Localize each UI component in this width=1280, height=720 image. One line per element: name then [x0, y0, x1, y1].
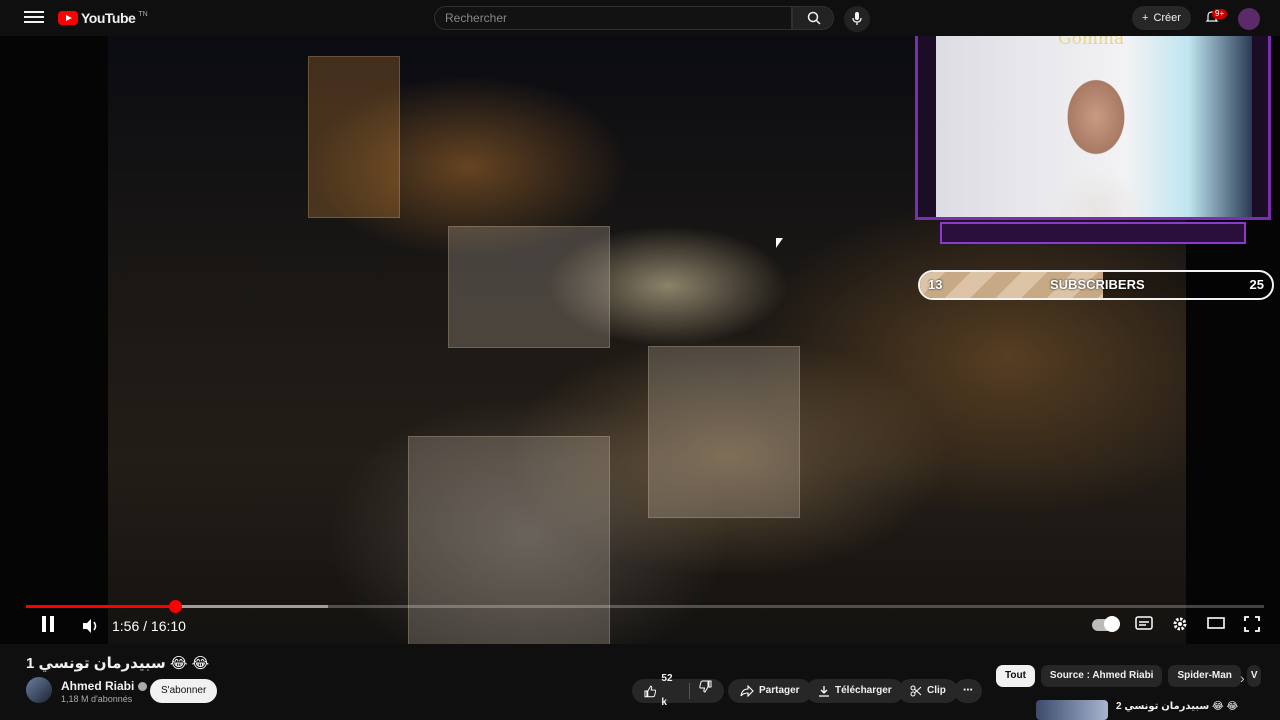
- autoplay-toggle[interactable]: [1092, 616, 1120, 632]
- more-icon: ⋯: [963, 685, 973, 696]
- video-player[interactable]: Gomma 13 SUBSCRIBERS 25 1:56 / 16:10: [0, 36, 1280, 644]
- share-button[interactable]: Partager: [728, 679, 812, 703]
- progress-played: [26, 605, 175, 608]
- related-video-thumbnail[interactable]: [1036, 700, 1108, 720]
- time-separator: /: [143, 618, 148, 634]
- time-total: 16:10: [150, 618, 186, 634]
- more-actions-button[interactable]: ⋯: [954, 679, 982, 703]
- microphone-icon: [852, 12, 862, 25]
- channel-avatar[interactable]: [26, 677, 52, 703]
- logo-text: YouTube: [81, 10, 136, 26]
- video-title: 1 سبيدرمان تونسي 😂 😂: [26, 655, 210, 672]
- subscriber-goal-bar: 13 SUBSCRIBERS 25: [918, 270, 1274, 300]
- share-label: Partager: [759, 685, 800, 696]
- verified-icon: [138, 682, 148, 692]
- thumbs-down-icon: [699, 680, 712, 693]
- like-button[interactable]: 52 k: [644, 667, 680, 715]
- subscriber-goal-current: 13: [928, 277, 943, 292]
- progress-scrubber[interactable]: [168, 600, 182, 613]
- volume-icon: [83, 619, 97, 633]
- chevron-right-icon[interactable]: ›: [1240, 670, 1245, 686]
- search-input[interactable]: Rechercher: [434, 6, 792, 30]
- streamer-name: Gomma: [1058, 36, 1125, 49]
- dislike-button[interactable]: [699, 679, 712, 703]
- download-label: Télécharger: [835, 685, 892, 696]
- download-button[interactable]: Télécharger: [806, 679, 904, 703]
- progress-bar[interactable]: [26, 600, 1264, 613]
- mouse-cursor: [776, 238, 783, 248]
- channel-subscriber-count: 1,18 M d'abonnés: [61, 694, 133, 704]
- logo-country-code: TN: [138, 10, 148, 18]
- channel-name-row[interactable]: Ahmed Riabi: [61, 679, 148, 693]
- notifications-badge: 9+: [1212, 9, 1228, 19]
- clip-button[interactable]: Clip: [898, 679, 958, 703]
- theater-mode-icon[interactable]: [1206, 616, 1226, 634]
- thumbs-up-icon: [644, 685, 657, 697]
- subscriber-goal-label: SUBSCRIBERS: [1050, 277, 1145, 292]
- create-label: Créer: [1153, 12, 1181, 24]
- like-divider: [689, 683, 690, 699]
- top-bar: YouTube TN Rechercher + Créer 9+: [0, 0, 1280, 36]
- scene-building: [448, 226, 610, 348]
- fullscreen-icon[interactable]: [1242, 616, 1262, 634]
- subscriber-goal-target: 25: [1249, 277, 1264, 292]
- youtube-logo[interactable]: YouTube TN: [58, 10, 148, 26]
- user-avatar[interactable]: [1238, 8, 1260, 30]
- channel-name[interactable]: Ahmed Riabi: [61, 679, 134, 693]
- subtitles-icon[interactable]: [1134, 616, 1154, 634]
- menu-icon[interactable]: [24, 8, 44, 28]
- webcam-overlay: Gomma: [915, 36, 1271, 220]
- download-icon: [819, 686, 829, 697]
- plus-icon: +: [1142, 12, 1149, 24]
- subscribe-button[interactable]: S'abonner: [150, 679, 218, 703]
- youtube-play-icon: [58, 11, 78, 25]
- search-icon: [807, 11, 821, 25]
- pause-button[interactable]: [42, 615, 58, 637]
- share-arrow-icon: [740, 685, 754, 697]
- like-dislike-group: 52 k: [632, 673, 724, 708]
- settings-gear-icon[interactable]: [1170, 616, 1190, 634]
- chip-partial[interactable]: V: [1246, 665, 1261, 687]
- chip-source[interactable]: Source : Ahmed Riabi: [1040, 665, 1163, 687]
- scissors-icon: [910, 685, 922, 697]
- search-button[interactable]: [792, 6, 834, 30]
- scene-tower: [308, 56, 400, 218]
- related-video-title[interactable]: سبيدرمان تونسي 2 😂 😂: [1116, 701, 1238, 712]
- related-filter-chips: Tout Source : Ahmed Riabi Spider-Man V: [996, 665, 1261, 687]
- time-display: 1:56 / 16:10: [112, 616, 186, 636]
- webcam-feed: [936, 36, 1252, 217]
- player-right-controls: [1092, 616, 1262, 634]
- like-count: 52 k: [661, 673, 673, 708]
- scene-building: [648, 346, 800, 518]
- webcam-frame-bottom: [940, 222, 1246, 244]
- volume-button[interactable]: [82, 616, 100, 636]
- voice-search-button[interactable]: [844, 6, 870, 32]
- scene-building: [408, 436, 610, 644]
- create-button[interactable]: + Créer: [1132, 6, 1191, 30]
- time-current: 1:56: [112, 618, 140, 634]
- clip-label: Clip: [927, 685, 946, 696]
- pause-icon: [42, 615, 58, 637]
- chip-spider-man[interactable]: Spider-Man: [1168, 665, 1241, 687]
- chip-all[interactable]: Tout: [996, 665, 1035, 687]
